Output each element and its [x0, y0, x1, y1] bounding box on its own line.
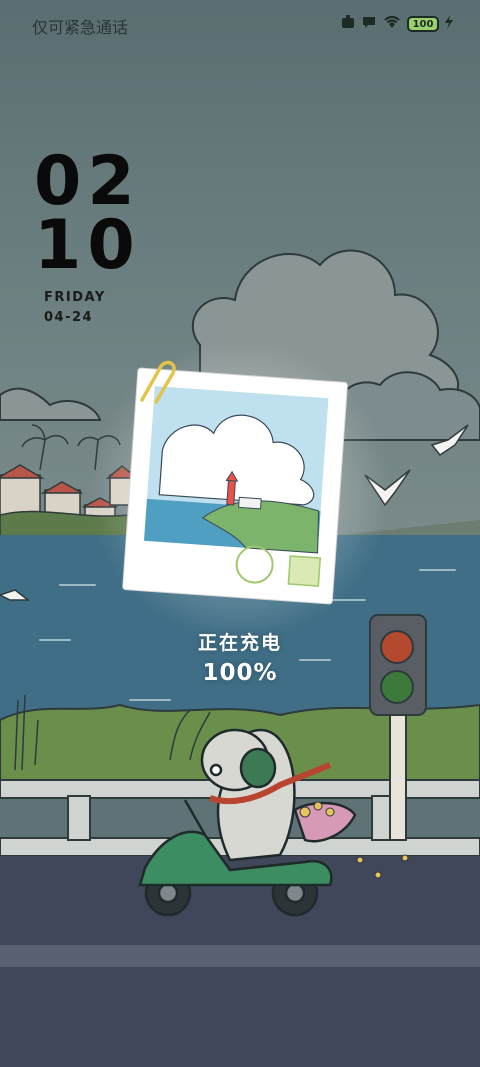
charging-bolt-icon	[444, 14, 454, 34]
date-label: 04-24	[44, 310, 94, 325]
emergency-calls-only-label: 仅可紧急通话	[32, 18, 129, 37]
wifi-icon	[382, 14, 402, 34]
clock-hours: 02	[34, 142, 141, 221]
lockscreen-clock: 02 10	[34, 142, 174, 285]
charging-percent: 100%	[202, 660, 278, 686]
notification-app-icon	[340, 14, 356, 34]
battery-icon: 100	[407, 16, 439, 32]
message-icon	[361, 14, 377, 34]
weekday-label: FRIDAY	[44, 290, 106, 305]
status-bar: 仅可紧急通话 100	[0, 0, 480, 50]
status-icons: 100	[340, 14, 454, 34]
battery-level: 100	[412, 18, 434, 30]
clock-minutes: 10	[34, 206, 141, 285]
charging-status-label: 正在充电	[197, 632, 282, 654]
